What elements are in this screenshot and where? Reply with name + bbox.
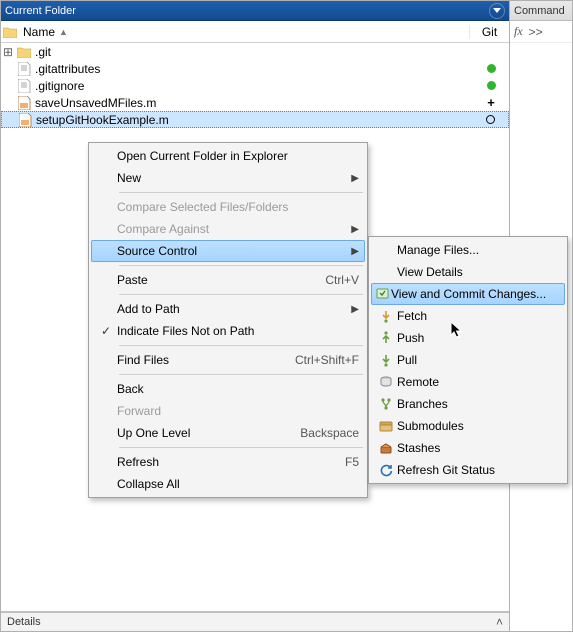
name-column-label: Name (23, 25, 55, 39)
file-row[interactable]: ⊞ .git (1, 43, 509, 60)
details-label: Details (7, 616, 41, 628)
command-prompt-row[interactable]: fx >> (510, 21, 572, 43)
git-status-clean-icon (487, 81, 496, 90)
file-name: setupGitHookExample.m (34, 113, 472, 127)
command-titlebar: Command (510, 1, 572, 21)
name-column-header[interactable]: Name ▲ (19, 25, 469, 39)
menu-item-paste[interactable]: PasteCtrl+V (91, 269, 365, 291)
git-status-untracked-icon (486, 115, 495, 124)
submenu-arrow-icon: ▶ (351, 173, 359, 184)
menu-item-indicate-files-not-on-path[interactable]: ✓Indicate Files Not on Path (91, 320, 365, 342)
menu-item-source-control[interactable]: Source Control▶ (91, 240, 365, 262)
submenu-item-view-and-commit-changes[interactable]: View and Commit Changes... (371, 283, 565, 305)
menu-item-collapse-all[interactable]: Collapse All (91, 473, 365, 495)
file-name: .git (33, 45, 473, 59)
submenu-item-fetch[interactable]: Fetch (371, 305, 565, 327)
branches-icon (375, 397, 397, 411)
stashes-icon (375, 441, 397, 455)
file-name: saveUnsavedMFiles.m (33, 96, 473, 110)
file-type-icon (16, 113, 34, 127)
details-bar[interactable]: Details ˄ (1, 611, 509, 631)
fetch-icon (375, 309, 397, 323)
git-status-cell (473, 81, 509, 90)
menu-item-refresh[interactable]: RefreshF5 (91, 451, 365, 473)
menu-item-up-one-level[interactable]: Up One LevelBackspace (91, 422, 365, 444)
file-type-icon (15, 62, 33, 76)
git-status-clean-icon (487, 64, 496, 73)
menu-item-add-to-path[interactable]: Add to Path▶ (91, 298, 365, 320)
submenu-item-push[interactable]: Push (371, 327, 565, 349)
context-menu[interactable]: Open Current Folder in ExplorerNew▶ Compa… (88, 142, 368, 498)
file-type-icon (15, 96, 33, 110)
file-type-icon (15, 46, 33, 58)
expand-toggle[interactable]: ⊞ (1, 45, 15, 59)
commit-icon (375, 286, 391, 302)
chevron-up-icon[interactable]: ˄ (496, 615, 503, 629)
submenu-item-branches[interactable]: Branches (371, 393, 565, 415)
refresh-icon (375, 463, 397, 477)
submenu-item-remote[interactable]: Remote (371, 371, 565, 393)
menu-item-compare-against: Compare Against▶ (91, 218, 365, 240)
submenu-item-stashes[interactable]: Stashes (371, 437, 565, 459)
file-list-header: Name ▲ Git (1, 21, 509, 43)
shortcut-label: Ctrl+V (301, 273, 359, 287)
command-prompt: >> (529, 25, 543, 39)
file-row[interactable]: setupGitHookExample.m (1, 111, 509, 128)
fx-icon: fx (514, 24, 523, 39)
panel-menu-button[interactable] (489, 3, 505, 19)
submenu-item-pull[interactable]: Pull (371, 349, 565, 371)
menu-item-new[interactable]: New▶ (91, 167, 365, 189)
menu-item-find-files[interactable]: Find FilesCtrl+Shift+F (91, 349, 365, 371)
remote-icon (375, 375, 397, 389)
menu-item-back[interactable]: Back (91, 378, 365, 400)
submenu-arrow-icon: ▶ (351, 224, 359, 235)
submenu-item-manage-files[interactable]: Manage Files... (371, 239, 565, 261)
shortcut-label: Backspace (276, 426, 359, 440)
file-name: .gitattributes (33, 62, 473, 76)
submenu-item-refresh-git-status[interactable]: Refresh Git Status (371, 459, 565, 481)
folder-icon (1, 26, 19, 38)
file-row[interactable]: .gitattributes (1, 60, 509, 77)
shortcut-label: F5 (321, 455, 359, 469)
menu-item-open-current-folder-in-explorer[interactable]: Open Current Folder in Explorer (91, 145, 365, 167)
menu-item-forward: Forward (91, 400, 365, 422)
file-name: .gitignore (33, 79, 473, 93)
push-icon (375, 331, 397, 345)
git-column-header[interactable]: Git (469, 25, 509, 39)
git-status-added-icon: + (487, 96, 495, 109)
panel-titlebar: Current Folder (1, 1, 509, 21)
source-control-submenu[interactable]: Manage Files...View DetailsView and Comm… (368, 236, 568, 484)
file-type-icon (15, 79, 33, 93)
git-status-cell (472, 115, 508, 124)
file-row[interactable]: saveUnsavedMFiles.m + (1, 94, 509, 111)
check-icon: ✓ (95, 324, 117, 338)
git-status-cell: + (473, 96, 509, 109)
menu-item-compare-selected-files-folders: Compare Selected Files/Folders (91, 196, 365, 218)
chevron-down-icon (493, 7, 501, 15)
submenu-arrow-icon: ▶ (351, 304, 359, 315)
submenu-item-submodules[interactable]: Submodules (371, 415, 565, 437)
git-status-cell (473, 64, 509, 73)
command-title: Command (514, 5, 568, 17)
panel-title: Current Folder (5, 5, 486, 17)
sort-ascending-icon: ▲ (59, 27, 68, 37)
file-row[interactable]: .gitignore (1, 77, 509, 94)
submenu-item-view-details[interactable]: View Details (371, 261, 565, 283)
submenu-arrow-icon: ▶ (351, 246, 359, 257)
pull-icon (375, 353, 397, 367)
submodules-icon (375, 419, 397, 433)
shortcut-label: Ctrl+Shift+F (271, 353, 359, 367)
